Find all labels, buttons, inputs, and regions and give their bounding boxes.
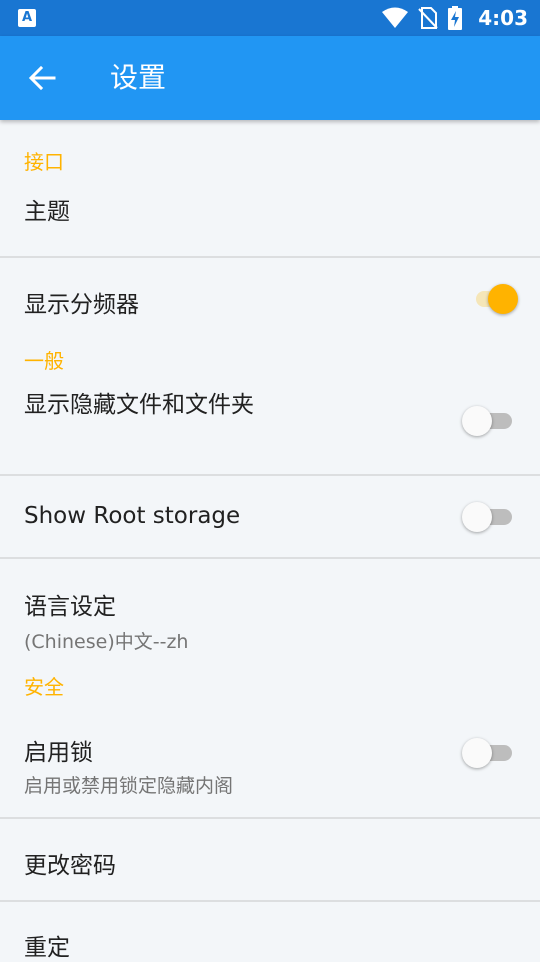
switch-thumb (462, 501, 492, 532)
section-header-general: 一般 (24, 349, 64, 373)
setting-theme-label: 主题 (24, 199, 70, 225)
setting-show-divider[interactable]: 显示分频器 (0, 258, 540, 339)
section-header-interface: 接口 (24, 150, 64, 174)
setting-language-value: (Chinese)中文--zh (24, 631, 189, 653)
settings-list: 接口 主题 显示分频器 一般 显示隐藏文件和文件夹 Show Root stor… (0, 120, 540, 962)
show-hidden-switch[interactable] (462, 401, 512, 441)
status-bar: A 4:03 (0, 0, 540, 36)
setting-enable-lock-summary: 启用或禁用锁定隐藏内阁 (24, 775, 234, 797)
app-notification-icon: A (18, 9, 36, 27)
setting-change-password-label: 更改密码 (24, 853, 116, 879)
show-root-switch[interactable] (462, 497, 512, 537)
setting-reset[interactable]: 重定 (0, 902, 540, 962)
setting-theme[interactable]: 主题 (0, 170, 540, 256)
setting-reset-label: 重定 (24, 935, 70, 961)
setting-change-password[interactable]: 更改密码 (0, 819, 540, 900)
enable-lock-switch[interactable] (462, 733, 512, 773)
setting-show-root[interactable]: Show Root storage (0, 476, 540, 557)
status-time: 4:03 (478, 6, 528, 30)
show-divider-switch[interactable] (472, 279, 518, 319)
status-icons: 4:03 (382, 0, 528, 36)
setting-show-hidden[interactable]: 显示隐藏文件和文件夹 (0, 383, 540, 474)
setting-enable-lock[interactable]: 启用锁 启用或禁用锁定隐藏内阁 (0, 711, 540, 817)
section-header-security: 安全 (24, 675, 64, 699)
app-toolbar: 设置 (0, 36, 540, 120)
switch-thumb (462, 738, 492, 769)
arrow-left-icon[interactable] (26, 62, 58, 94)
battery-charging-icon (448, 6, 463, 30)
wifi-icon (382, 7, 409, 28)
page-title: 设置 (110, 61, 167, 94)
setting-language-label: 语言设定 (24, 594, 116, 620)
no-sim-icon (418, 7, 438, 29)
switch-thumb (462, 406, 492, 437)
switch-thumb (488, 283, 518, 314)
setting-show-divider-label: 显示分频器 (24, 292, 139, 318)
setting-language[interactable]: 语言设定 (Chinese)中文--zh (0, 559, 540, 659)
